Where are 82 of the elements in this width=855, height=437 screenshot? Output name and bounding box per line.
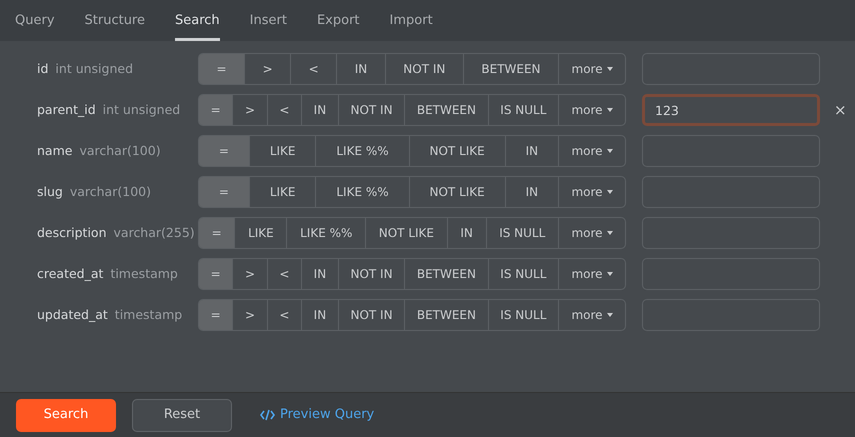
operator-button[interactable]: < [268,259,302,289]
field-name: slug [37,184,63,199]
operator-button[interactable]: NOT LIKE [366,218,448,248]
operator-button[interactable]: LIKE %% [316,177,410,207]
operator-button[interactable]: NOT IN [338,95,406,125]
operator-button[interactable]: BETWEEN [405,300,489,330]
operator-button[interactable]: LIKE %% [287,218,366,248]
operator-button[interactable]: LIKE [235,218,288,248]
operator-button[interactable]: IS NULL [488,300,560,330]
operator-button[interactable]: IN [337,54,386,84]
operator-button[interactable]: IN [506,177,560,207]
field-name: description [37,224,107,240]
field-type: varchar(100) [70,184,151,199]
clear-button[interactable]: × [832,98,849,122]
code-icon [260,409,275,421]
tab[interactable]: Import [390,0,433,41]
field-type: int unsigned [102,102,180,117]
operator-button[interactable]: > [245,54,292,84]
operator-button[interactable]: = [199,300,234,330]
operator-button[interactable]: IN [506,136,560,166]
operator-button[interactable]: = [199,259,234,289]
field-name: created_at [37,266,104,281]
field-name: id [37,60,48,76]
field-name: parent_id [37,102,96,117]
field-type: timestamp [110,266,178,281]
preview-query-link[interactable]: Preview Query [260,405,374,425]
more-dropdown[interactable]: more [559,177,625,207]
tab[interactable]: Insert [250,0,287,41]
operator-button[interactable]: NOT IN [338,300,406,330]
tab[interactable]: Structure [84,0,145,41]
operator-button[interactable]: LIKE [250,136,316,166]
more-dropdown[interactable]: more [559,54,625,84]
operator-button[interactable]: IN [302,300,339,330]
operator-button[interactable]: IN [448,218,487,248]
operator-button[interactable]: LIKE [250,177,316,207]
operator-button[interactable]: NOT LIKE [410,177,506,207]
operator-button[interactable]: NOT IN [386,54,464,84]
operator-button[interactable]: IS NULL [488,95,560,125]
operator-button[interactable]: NOT LIKE [410,136,506,166]
field-type: int unsigned [55,60,134,76]
operator-button[interactable]: IS NULL [488,259,560,289]
operator-button[interactable]: = [199,54,246,84]
value-field[interactable] [642,258,820,290]
more-dropdown[interactable]: more [559,95,625,125]
field-type: timestamp [114,306,182,322]
operator-button[interactable]: LIKE %% [316,136,410,166]
tab[interactable]: Export [316,0,360,41]
tab[interactable]: Query [15,0,55,41]
operator-button[interactable]: IN [302,259,339,289]
field-name: name [37,142,72,158]
field-type: varchar(100) [79,142,161,158]
operator-button[interactable]: > [233,259,268,289]
value-field[interactable] [642,176,820,208]
operator-button[interactable]: = [199,136,250,166]
value-field[interactable] [642,53,820,85]
value-field[interactable] [642,135,820,167]
operator-button[interactable]: BETWEEN [405,95,489,125]
operator-button[interactable]: > [233,300,268,330]
value-field[interactable] [642,217,820,249]
operator-button[interactable]: = [199,218,236,248]
operator-button[interactable]: < [268,300,302,330]
more-dropdown[interactable]: more [559,259,625,289]
operator-button[interactable]: IN [302,95,339,125]
reset-button[interactable]: Reset [132,398,232,432]
operator-button[interactable]: NOT IN [338,259,406,289]
operator-button[interactable]: < [291,54,338,84]
search-button[interactable]: Search [16,398,116,432]
more-dropdown[interactable]: more [559,300,625,330]
value-field[interactable] [642,299,820,331]
operator-button[interactable]: > [233,95,268,125]
operator-button[interactable]: = [199,95,234,125]
field-name: updated_at [37,306,108,322]
tab[interactable]: Search [175,0,220,41]
more-dropdown[interactable]: more [559,136,625,166]
operator-button[interactable]: BETWEEN [405,259,489,289]
operator-button[interactable]: IS NULL [486,218,559,248]
value-field[interactable]: 123 [642,94,820,126]
operator-button[interactable]: = [199,177,250,207]
operator-button[interactable]: < [268,95,302,125]
field-type: varchar(255) [114,224,195,240]
more-dropdown[interactable]: more [558,218,625,248]
operator-button[interactable]: BETWEEN [464,54,560,84]
